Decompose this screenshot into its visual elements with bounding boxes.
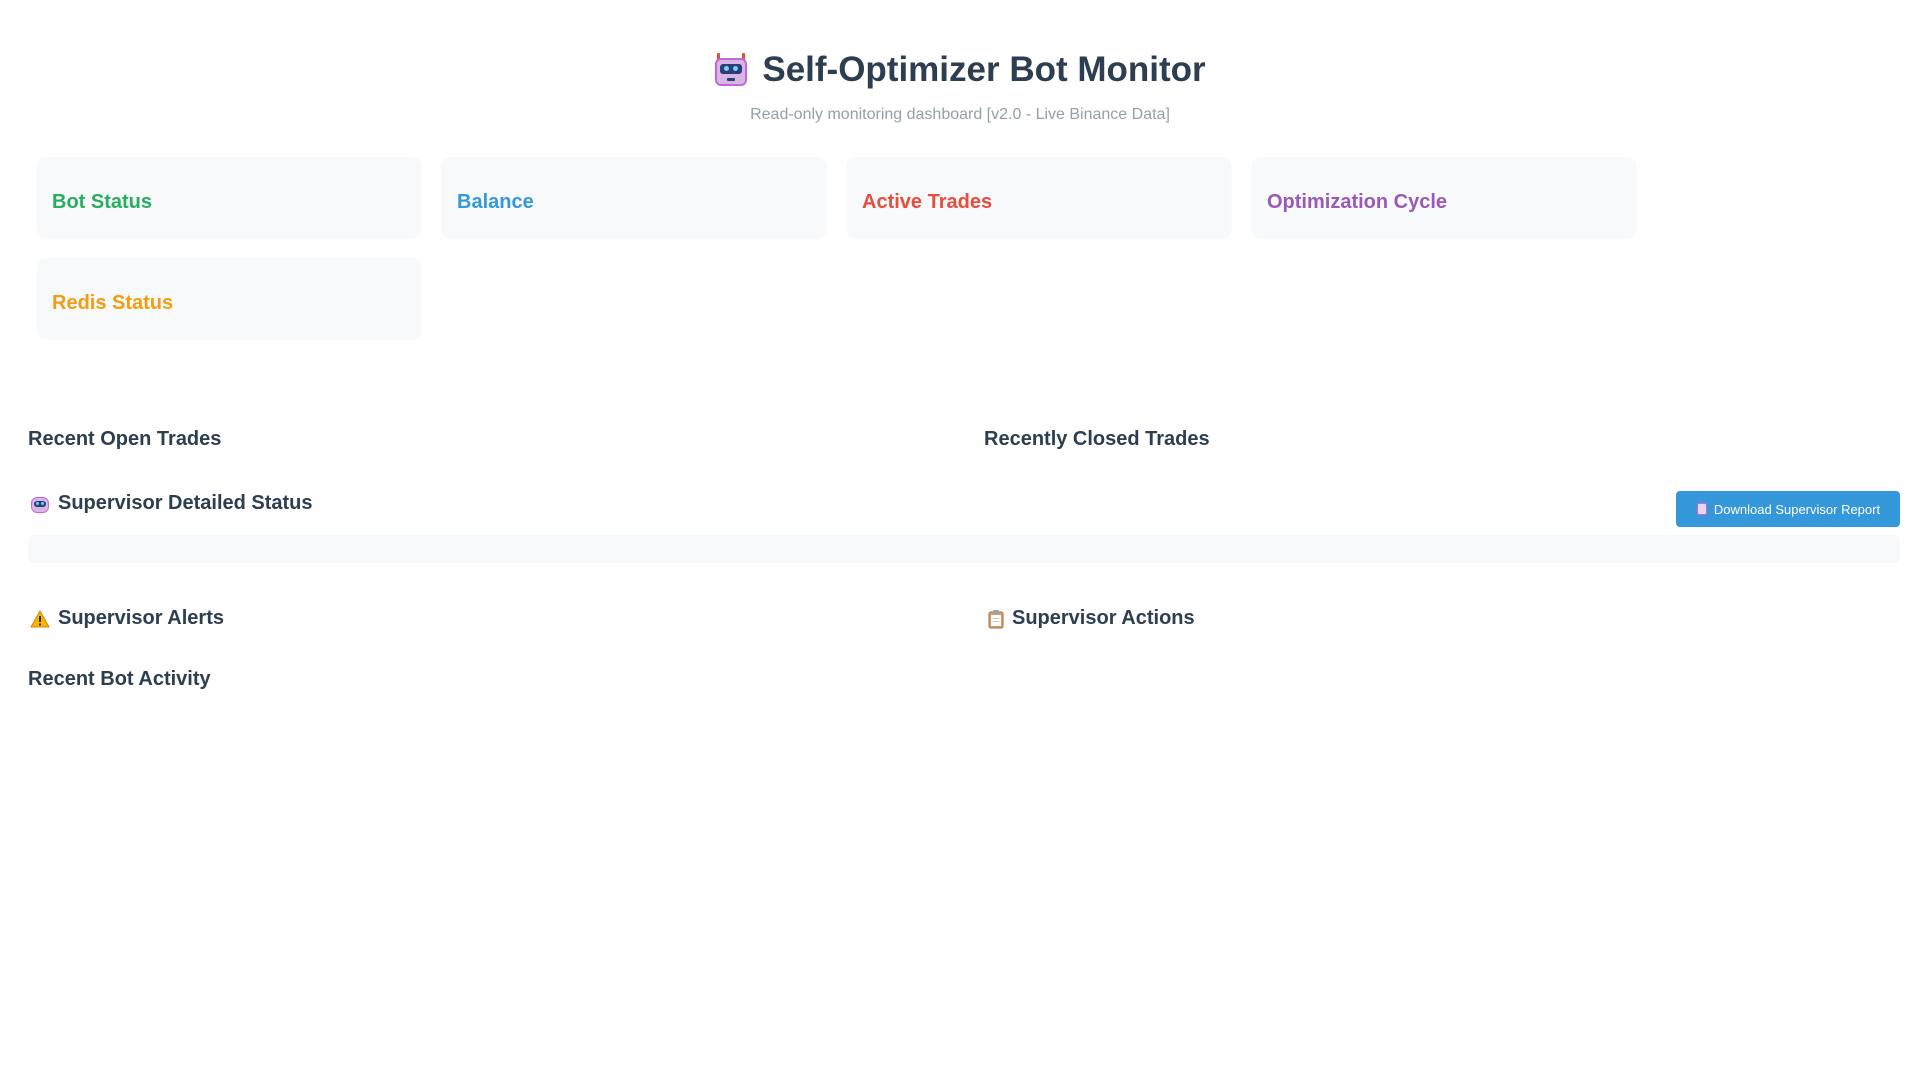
robot-icon — [714, 53, 748, 87]
closed-trades-title: Recently Closed Trades — [984, 428, 1210, 450]
supervisor-status-heading: Supervisor Detailed Status — [30, 492, 313, 515]
card-bot-status: Bot Status — [37, 157, 421, 237]
open-trades-title: Recent Open Trades — [28, 428, 222, 450]
robot-icon — [30, 494, 50, 514]
card-optimization-cycle: Optimization Cycle — [1252, 157, 1636, 237]
page-subtitle: Read-only monitoring dashboard [v2.0 - L… — [750, 106, 1170, 123]
card-label: Optimization Cycle — [1267, 191, 1448, 213]
dashboard-page: Self-Optimizer Bot Monitor Read-only mon… — [0, 0, 1920, 1080]
closed-trades-heading: Recently Closed Trades — [984, 428, 1210, 451]
card-label: Balance — [457, 191, 534, 213]
supervisor-status-title: Supervisor Detailed Status — [58, 492, 313, 514]
bot-activity-title: Recent Bot Activity — [28, 668, 211, 690]
download-report-label: Download Supervisor Report — [1713, 501, 1881, 517]
card-label: Active Trades — [862, 191, 993, 213]
warning-icon — [30, 609, 50, 628]
supervisor-alerts-title: Supervisor Alerts — [58, 607, 224, 629]
page-title: Self-Optimizer Bot Monitor — [762, 50, 1206, 89]
page-header: Self-Optimizer Bot Monitor Read-only mon… — [0, 50, 1920, 124]
card-label: Bot Status — [52, 191, 152, 213]
supervisor-status-panel — [28, 535, 1900, 563]
card-balance: Balance — [442, 157, 826, 237]
card-active-trades: Active Trades — [847, 157, 1231, 237]
card-redis-status: Redis Status — [37, 258, 421, 338]
clipboard-icon — [988, 609, 1004, 629]
card-label: Redis Status — [52, 292, 174, 314]
report-icon — [1696, 502, 1708, 516]
download-report-button[interactable]: Download Supervisor Report — [1676, 491, 1900, 527]
supervisor-actions-title: Supervisor Actions — [1012, 607, 1195, 629]
supervisor-actions-heading: Supervisor Actions — [988, 607, 1195, 630]
bot-activity-heading: Recent Bot Activity — [28, 668, 211, 691]
supervisor-alerts-heading: Supervisor Alerts — [30, 607, 224, 630]
open-trades-heading: Recent Open Trades — [28, 428, 221, 451]
